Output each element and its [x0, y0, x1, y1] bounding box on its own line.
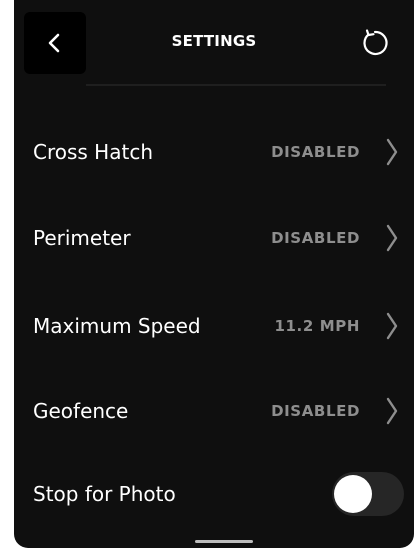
setting-value: DISABLED — [271, 229, 360, 247]
setting-label: Cross Hatch — [33, 140, 153, 164]
settings-screen: SETTINGS Cross Hatch DISABLED Perimeter … — [14, 0, 414, 548]
refresh-icon — [363, 29, 388, 56]
setting-row-cross-hatch[interactable]: Cross Hatch DISABLED — [14, 122, 414, 182]
setting-value: DISABLED — [271, 143, 360, 161]
reset-button[interactable] — [358, 26, 392, 60]
chevron-right-icon — [386, 397, 398, 425]
setting-label: Perimeter — [33, 226, 131, 250]
page-title: SETTINGS — [171, 32, 257, 50]
chevron-right-icon — [386, 312, 398, 340]
setting-value: 11.2 MPH — [274, 317, 360, 335]
setting-row-stop-for-photo: Stop for Photo — [14, 464, 414, 524]
setting-row-geofence[interactable]: Geofence DISABLED — [14, 381, 414, 441]
setting-value: DISABLED — [271, 402, 360, 420]
chevron-right-icon — [386, 138, 398, 166]
setting-label: Stop for Photo — [33, 482, 176, 506]
setting-row-perimeter[interactable]: Perimeter DISABLED — [14, 208, 414, 268]
toggle-knob[interactable] — [334, 475, 372, 513]
header-divider — [86, 84, 386, 86]
setting-label: Maximum Speed — [33, 314, 201, 338]
setting-label: Geofence — [33, 399, 129, 423]
stop-for-photo-toggle[interactable] — [332, 472, 404, 516]
home-indicator — [195, 540, 253, 543]
setting-row-maximum-speed[interactable]: Maximum Speed 11.2 MPH — [14, 296, 414, 356]
header-bar: SETTINGS — [14, 0, 414, 86]
chevron-right-icon — [386, 224, 398, 252]
